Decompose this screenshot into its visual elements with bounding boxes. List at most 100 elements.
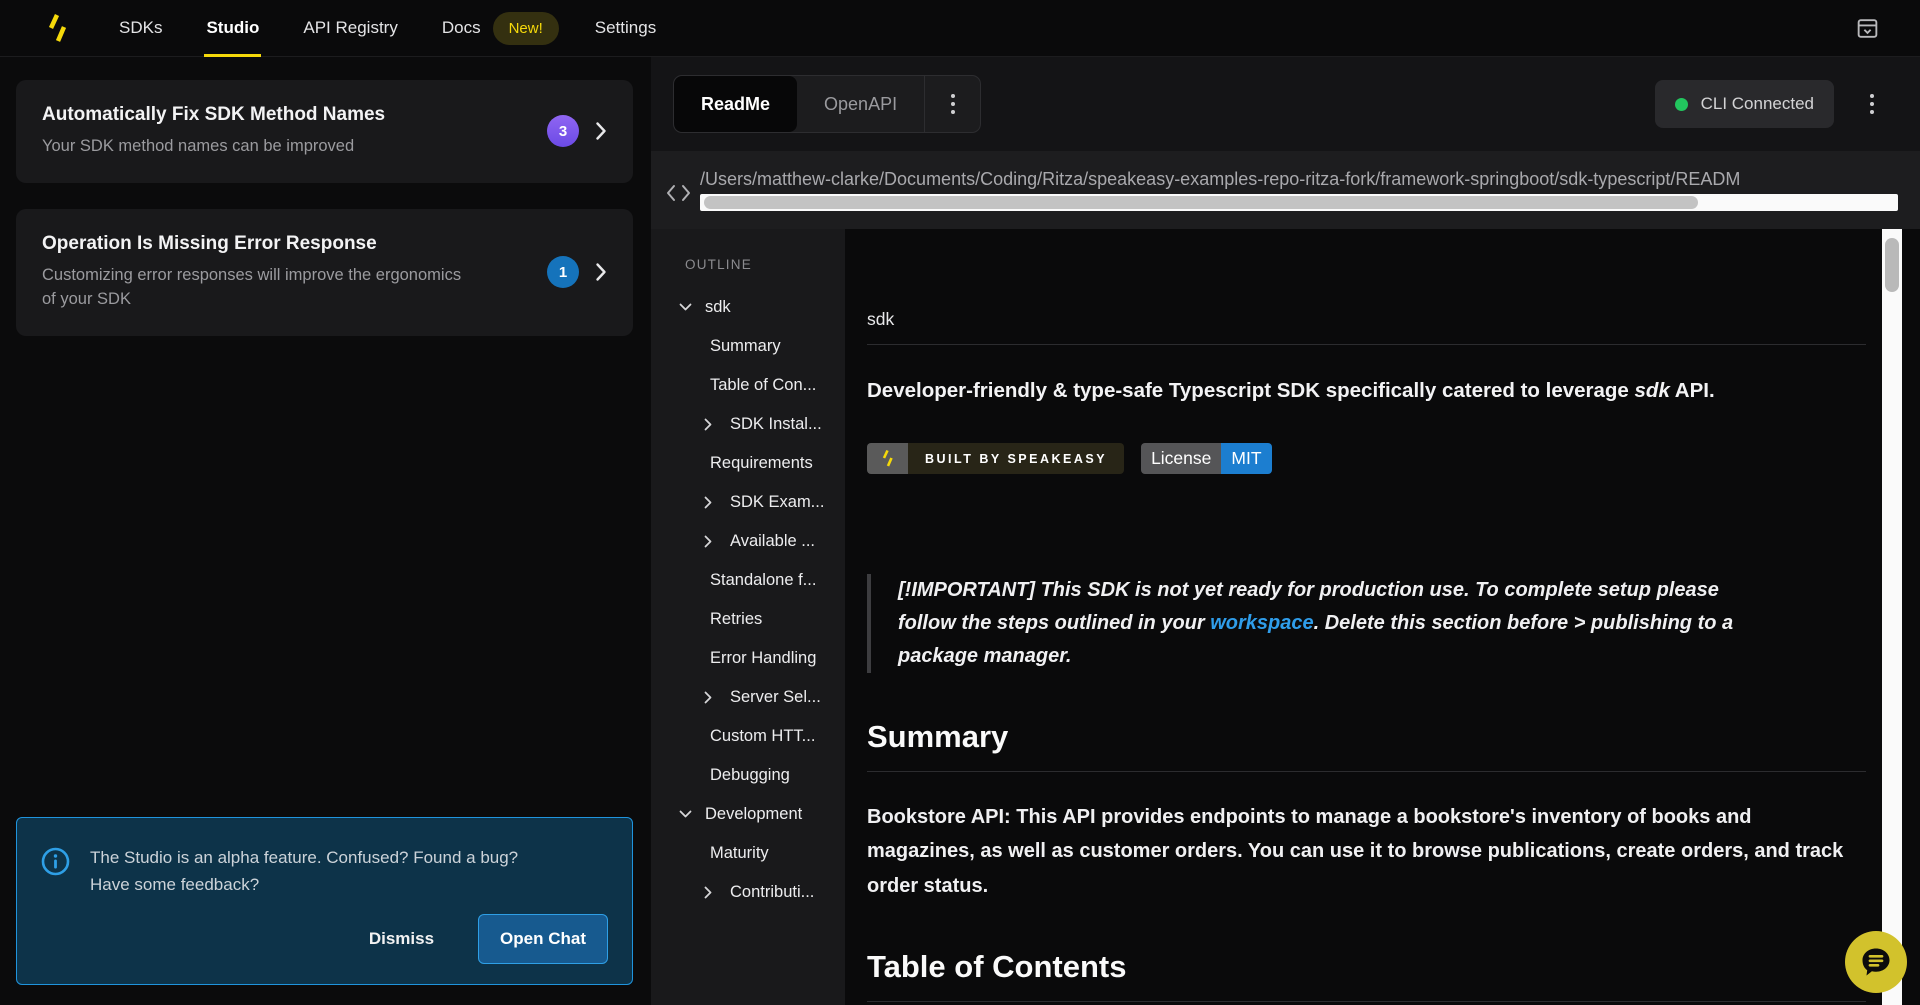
suggestion-card-error-response[interactable]: Operation Is Missing Error Response Cust… (16, 209, 633, 336)
new-badge[interactable]: New! (493, 12, 559, 45)
readme-content-area: OUTLINE sdk Summary Table of Con... SDK … (651, 229, 1920, 1005)
outline-item-sdk-examples[interactable]: SDK Exam... (651, 483, 845, 522)
suggestion-count-badge: 1 (547, 256, 579, 288)
built-by-speakeasy-label: BUILT BY SPEAKEASY (908, 443, 1124, 474)
outline-item-label: Error Handling (710, 649, 816, 668)
alert-message: The Studio is an alpha feature. Confused… (90, 842, 535, 898)
cli-status-pill: CLI Connected (1655, 80, 1834, 128)
workspace-link[interactable]: workspace (1210, 612, 1313, 634)
open-chat-button[interactable]: Open Chat (478, 914, 608, 964)
outline-item-contributions[interactable]: Contributi... (651, 873, 845, 912)
chevron-right-icon[interactable] (704, 535, 730, 548)
summary-heading: Summary (867, 719, 1866, 772)
suggestion-count-badge: 3 (547, 115, 579, 147)
important-blockquote: [!IMPORTANT] This SDK is not yet ready f… (867, 574, 1772, 673)
outline-item-label: Debugging (710, 766, 790, 785)
speakeasy-logo-icon (867, 443, 908, 474)
suggestion-card-method-names[interactable]: Automatically Fix SDK Method Names Your … (16, 80, 633, 183)
outline-item-standalone[interactable]: Standalone f... (651, 561, 845, 600)
code-brackets-icon (665, 183, 692, 203)
studio-main-region: ReadMe OpenAPI CLI Connected (651, 57, 1920, 1005)
outline-item-debugging[interactable]: Debugging (651, 756, 845, 795)
outline-item-label: SDK Instal... (730, 415, 822, 434)
alpha-feedback-alert: The Studio is an alpha feature. Confused… (16, 817, 633, 985)
chevron-down-icon[interactable] (679, 810, 705, 819)
outline-header: OUTLINE (651, 247, 845, 288)
outline-item-error-handling[interactable]: Error Handling (651, 639, 845, 678)
outline-item-label: Maturity (710, 844, 769, 863)
chevron-right-icon[interactable] (595, 121, 607, 141)
readme-toolbar: ReadMe OpenAPI CLI Connected (651, 57, 1920, 151)
speakeasy-logo-icon[interactable] (44, 12, 71, 44)
file-path-text: /Users/matthew-clarke/Documents/Coding/R… (700, 169, 1898, 190)
license-label: License (1141, 443, 1221, 474)
outline-item-sdk[interactable]: sdk (651, 288, 845, 327)
tab-readme[interactable]: ReadMe (674, 76, 797, 132)
outline-item-label: Requirements (710, 454, 813, 473)
outline-item-maturity[interactable]: Maturity (651, 834, 845, 873)
built-by-speakeasy-badge[interactable]: BUILT BY SPEAKEASY (867, 443, 1124, 474)
outline-item-label: Server Sel... (730, 688, 821, 707)
nav-item-sdks[interactable]: SDKs (97, 0, 184, 57)
outline-item-label: sdk (705, 298, 731, 317)
outline-item-label: Contributi... (730, 883, 814, 902)
nav-item-api-registry[interactable]: API Registry (281, 0, 419, 57)
nav-item-docs[interactable]: Docs (420, 0, 493, 57)
chevron-right-icon[interactable] (704, 886, 730, 899)
outline-item-available[interactable]: Available ... (651, 522, 845, 561)
cli-status-label: CLI Connected (1701, 94, 1814, 114)
outline-item-label: Summary (710, 337, 781, 356)
outline-item-summary[interactable]: Summary (651, 327, 845, 366)
outline-item-table-of-contents[interactable]: Table of Con... (651, 366, 845, 405)
nav-item-studio[interactable]: Studio (184, 0, 281, 57)
outline-sidebar: OUTLINE sdk Summary Table of Con... SDK … (651, 229, 845, 1005)
summary-paragraph: Bookstore API: This API provides endpoin… (867, 800, 1857, 903)
panel-toggle-icon[interactable] (1855, 16, 1880, 41)
outline-item-custom-http[interactable]: Custom HTT... (651, 717, 845, 756)
chevron-down-icon[interactable] (679, 303, 705, 312)
vertical-scrollbar[interactable] (1882, 229, 1902, 1005)
outline-item-label: Available ... (730, 532, 815, 551)
nav-item-settings[interactable]: Settings (573, 0, 678, 57)
suggestion-title: Operation Is Missing Error Response (42, 233, 547, 255)
vertical-scrollbar-thumb[interactable] (1885, 238, 1899, 292)
more-options-kebab-icon[interactable] (1864, 88, 1880, 120)
chat-fab-button[interactable] (1845, 931, 1907, 993)
outline-item-sdk-installation[interactable]: SDK Instal... (651, 405, 845, 444)
chevron-right-icon[interactable] (704, 418, 730, 431)
suggestion-subtitle: Customizing error responses will improve… (42, 264, 472, 312)
outline-item-retries[interactable]: Retries (651, 600, 845, 639)
suggestion-title: Automatically Fix SDK Method Names (42, 104, 547, 126)
readme-description: Developer-friendly & type-safe Typescrip… (867, 379, 1866, 403)
outline-item-label: SDK Exam... (730, 493, 824, 512)
horizontal-scrollbar-thumb[interactable] (704, 196, 1698, 209)
horizontal-scrollbar[interactable] (700, 194, 1898, 211)
chevron-right-icon[interactable] (595, 262, 607, 282)
license-value: MIT (1221, 443, 1271, 474)
outline-item-label: Development (705, 805, 802, 824)
readme-document: sdk Developer-friendly & type-safe Types… (845, 229, 1882, 1005)
tab-openapi[interactable]: OpenAPI (797, 76, 924, 132)
toc-heading: Table of Contents (867, 949, 1866, 1002)
outline-item-development[interactable]: Development (651, 795, 845, 834)
outline-item-requirements[interactable]: Requirements (651, 444, 845, 483)
outline-item-server-selection[interactable]: Server Sel... (651, 678, 845, 717)
info-icon (41, 847, 70, 898)
readme-title: sdk (867, 309, 1866, 345)
badge-row: BUILT BY SPEAKEASY License MIT (867, 443, 1866, 474)
outline-item-label: Custom HTT... (710, 727, 815, 746)
outline-item-label: Retries (710, 610, 762, 629)
tab-options-kebab-icon[interactable] (924, 76, 980, 132)
outline-item-label: Standalone f... (710, 571, 816, 590)
license-badge[interactable]: License MIT (1141, 443, 1271, 474)
view-tab-group: ReadMe OpenAPI (673, 75, 981, 133)
outline-item-label: Table of Con... (710, 376, 816, 395)
file-path-bar: /Users/matthew-clarke/Documents/Coding/R… (651, 151, 1920, 229)
right-gutter (1902, 229, 1920, 1005)
chevron-right-icon[interactable] (704, 496, 730, 509)
studio-suggestions-panel: Automatically Fix SDK Method Names Your … (0, 57, 651, 1005)
chevron-right-icon[interactable] (704, 691, 730, 704)
dismiss-button[interactable]: Dismiss (369, 929, 434, 949)
chat-bubble-icon (1858, 944, 1894, 980)
status-dot-icon (1675, 98, 1688, 111)
